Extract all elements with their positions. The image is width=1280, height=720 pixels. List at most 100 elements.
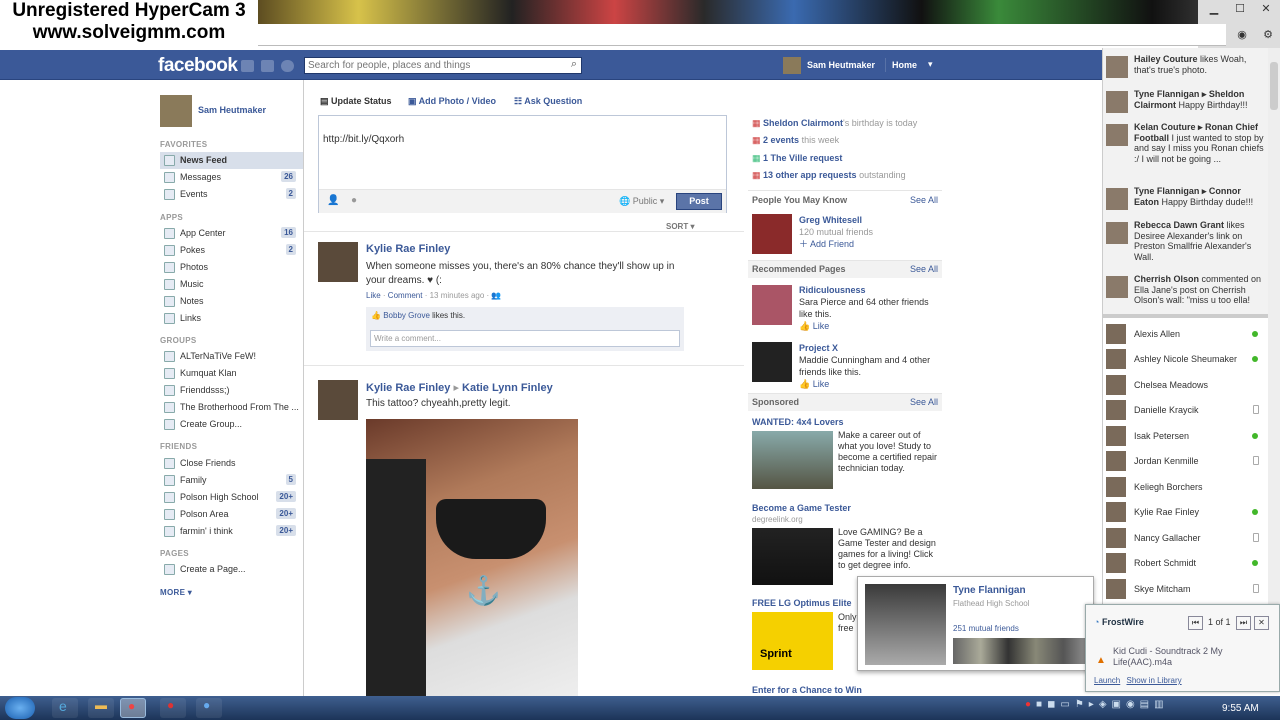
maximize-button[interactable]: ☐: [1228, 2, 1252, 16]
internet-explorer-icon[interactable]: e: [52, 698, 78, 718]
see-all-link[interactable]: See All: [910, 397, 938, 407]
taskbar-clock[interactable]: 9:55 AM: [1222, 703, 1259, 714]
nav-links[interactable]: Links: [164, 310, 304, 326]
nav-notes[interactable]: Notes: [164, 293, 304, 309]
friend-requests-icon[interactable]: [241, 60, 254, 72]
ad-title[interactable]: FREE LG Optimus Elite: [752, 598, 852, 608]
page-avatar[interactable]: [752, 285, 792, 325]
see-all-link[interactable]: See All: [910, 195, 938, 205]
nav-app-center[interactable]: App Center 16: [164, 225, 304, 241]
sort-menu[interactable]: SORT ▾: [666, 222, 694, 231]
page-avatar[interactable]: [752, 342, 792, 382]
chat-friend[interactable]: Keliegh Borchers: [1106, 476, 1262, 498]
ad-image-controller[interactable]: [752, 528, 833, 585]
chat-friend[interactable]: Alexis Allen: [1106, 323, 1262, 345]
chat-friend[interactable]: Danielle Kraycik: [1106, 399, 1262, 421]
add-friend-link[interactable]: ＋ Add Friend: [799, 238, 873, 250]
nav-create-page[interactable]: Create a Page...: [164, 561, 304, 577]
chat-friend[interactable]: Skye Mitcham: [1106, 578, 1262, 600]
nav-friend-list[interactable]: Polson High School 20+: [164, 489, 304, 505]
tab-ask-question[interactable]: ☷ Ask Question: [514, 96, 582, 107]
ticker-story[interactable]: Tyne Flannigan ▸ Connor Eaton Happy Birt…: [1106, 186, 1266, 210]
nav-friend-list[interactable]: farmin' i think 20+: [164, 523, 304, 539]
chat-friend[interactable]: Ashley Nicole Sheumaker: [1106, 348, 1262, 370]
pymk-mutual[interactable]: 120 mutual friends: [799, 226, 873, 238]
hypercam-icon[interactable]: ●: [160, 698, 186, 718]
next-icon[interactable]: ⏭: [1236, 616, 1251, 630]
post-photo[interactable]: ⚓: [366, 419, 578, 696]
header-avatar[interactable]: [783, 57, 801, 74]
messages-icon[interactable]: [261, 60, 274, 72]
reminder-ville[interactable]: ▦ 1 The Ville request: [752, 150, 917, 167]
address-bar[interactable]: [258, 24, 1226, 46]
tag-friends-icon[interactable]: 👤: [327, 195, 339, 206]
track-name[interactable]: Kid Cudi - Soundtrack 2 My Life(AAC).m4a: [1113, 646, 1238, 668]
nav-group[interactable]: ALTerNaTiVe FeW!: [164, 348, 304, 364]
ticker-story[interactable]: Tyne Flannigan ▸ Sheldon Clairmont Happy…: [1106, 89, 1266, 113]
page-like-link[interactable]: 👍 Like: [799, 378, 939, 390]
nav-events[interactable]: Events 2: [164, 186, 304, 202]
nav-news-feed[interactable]: News Feed: [164, 152, 304, 168]
location-pin-icon[interactable]: ●: [351, 195, 357, 206]
chat-friend[interactable]: Kylie Rae Finley: [1106, 501, 1262, 523]
page-name[interactable]: Project X: [799, 342, 939, 354]
ticker-story[interactable]: Hailey Couture likes Woah, that's true's…: [1106, 54, 1266, 78]
wrench-icon[interactable]: ⚙: [1256, 28, 1280, 42]
profile-name[interactable]: Sam Heutmaker: [198, 105, 266, 115]
mutual-friends-strip[interactable]: [953, 638, 1091, 664]
profile-avatar[interactable]: [160, 95, 192, 127]
eye-icon[interactable]: ◉: [1230, 28, 1254, 42]
ticker-story[interactable]: Cherrish Olson commented on Ella Jane's …: [1106, 274, 1266, 310]
header-user-name[interactable]: Sam Heutmaker: [807, 60, 875, 70]
sidebar-scrollbar[interactable]: [1268, 48, 1280, 604]
nav-friend-list[interactable]: Family 5: [164, 472, 304, 488]
post-timestamp[interactable]: 13 minutes ago: [430, 291, 485, 300]
composer-text[interactable]: http://bit.ly/Qqxorh: [323, 134, 404, 145]
previous-icon[interactable]: ⏮: [1188, 616, 1203, 630]
ad-title[interactable]: Enter for a Chance to Win: [752, 685, 862, 695]
system-tray-icons[interactable]: ●■◼▭⚑▸◈▣◉▤▥: [1025, 699, 1205, 717]
search-input[interactable]: [305, 58, 555, 73]
minimize-button[interactable]: ▁: [1202, 2, 1226, 16]
post-author[interactable]: Kylie Rae Finley: [366, 243, 450, 255]
nav-group[interactable]: The Brotherhood From The ...: [164, 399, 304, 415]
nav-group[interactable]: Kumquat Klan: [164, 365, 304, 381]
launch-link[interactable]: Launch: [1094, 676, 1120, 685]
close-button[interactable]: ✕: [1254, 2, 1278, 16]
nav-messages[interactable]: Messages 26: [164, 169, 304, 185]
ad-title[interactable]: Become a Game Tester: [752, 503, 851, 513]
frostwire-taskbar-icon[interactable]: ●: [196, 698, 222, 718]
explorer-icon[interactable]: ▬: [88, 698, 114, 718]
target-name[interactable]: Katie Lynn Finley: [462, 382, 553, 394]
hovercard-mutual[interactable]: 251 mutual friends: [953, 624, 1019, 633]
post-button[interactable]: Post: [676, 193, 722, 210]
pymk-avatar[interactable]: [752, 214, 792, 254]
privacy-selector[interactable]: 🌐 Public ▾: [619, 196, 664, 207]
notifications-icon[interactable]: [281, 60, 294, 72]
nav-photos[interactable]: Photos: [164, 259, 304, 275]
composer-box[interactable]: http://bit.ly/Qqxorh 👤 ● 🌐 Public ▾ Post: [318, 115, 727, 213]
page-name[interactable]: Ridiculousness: [799, 284, 939, 296]
ticker-story[interactable]: Kelan Couture ▸ Ronan Chief Football I j…: [1106, 122, 1266, 164]
post-author-avatar[interactable]: [318, 380, 358, 420]
ad-domain[interactable]: degreelink.org: [752, 515, 803, 524]
account-menu-chevron-icon[interactable]: ▾: [928, 59, 933, 70]
pymk-name[interactable]: Greg Whitesell: [799, 214, 873, 226]
nav-friend-list[interactable]: Polson Area 20+: [164, 506, 304, 522]
see-all-link[interactable]: See All: [910, 264, 938, 274]
reminder-events[interactable]: ▦ 2 events this week: [752, 132, 917, 149]
start-button[interactable]: [5, 697, 35, 719]
hovercard-photo[interactable]: [865, 584, 946, 665]
ticker-story[interactable]: Rebecca Dawn Grant likes Desiree Alexand…: [1106, 220, 1266, 262]
ad-image-sprint[interactable]: Sprint: [752, 612, 833, 670]
nav-music[interactable]: Music: [164, 276, 304, 292]
hovercard-name[interactable]: Tyne Flannigan: [953, 585, 1026, 596]
more-link[interactable]: MORE ▾: [160, 588, 192, 597]
comment-link[interactable]: Comment: [388, 291, 423, 300]
post-author-avatar[interactable]: [318, 242, 358, 282]
tab-update-status[interactable]: ▤ Update Status: [320, 96, 392, 107]
ad-image-truck[interactable]: [752, 431, 833, 489]
show-in-library-link[interactable]: Show in Library: [1126, 676, 1181, 685]
search-icon[interactable]: ⌕: [571, 58, 577, 71]
post-author[interactable]: Kylie Rae Finley ▸ Katie Lynn Finley: [366, 381, 553, 394]
